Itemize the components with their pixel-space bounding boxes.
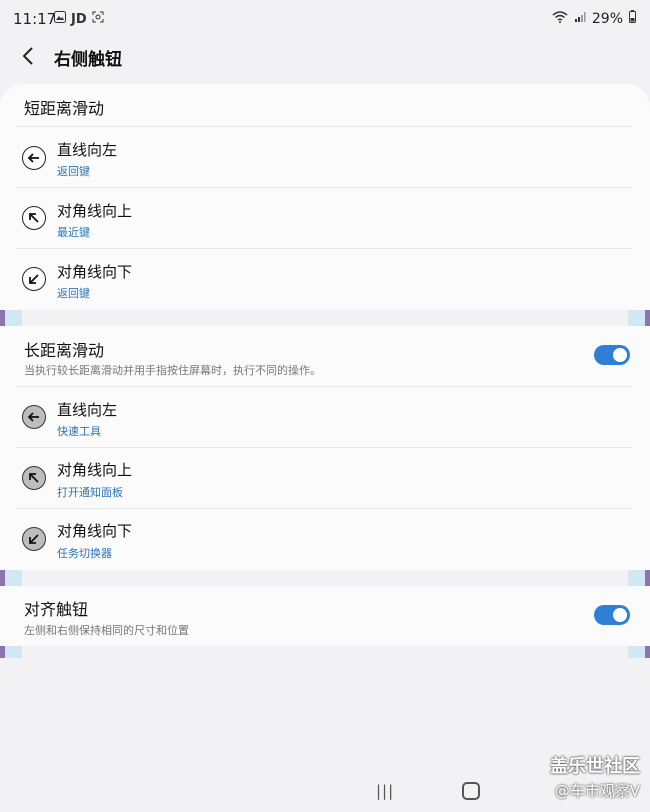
align-card[interactable]: 对齐触钮 左侧和右侧保持相同的尺寸和位置 [0,586,650,646]
align-description: 左侧和右侧保持相同的尺寸和位置 [24,624,189,637]
wifi-icon [552,10,568,27]
row-title: 对角线向下 [57,263,133,281]
signal-icon [574,11,586,27]
short-swipe-heading: 短距离滑动 [24,99,105,118]
page-title: 右侧触钮 [54,50,122,70]
home-button[interactable] [462,782,480,800]
arrow-down-left-icon [22,267,46,291]
long-swipe-heading: 长距离滑动 [24,341,105,360]
chevron-left-icon [22,47,34,69]
arrow-up-left-icon [22,206,46,230]
battery-percent: 29% [591,10,623,27]
align-toggle[interactable] [594,605,630,625]
row-value: 返回键 [57,287,90,300]
status-time: 11:17 [13,10,57,28]
row-value: 快速工具 [57,425,101,438]
row-title: 对角线向上 [57,202,133,220]
arrow-up-left-icon [22,466,46,490]
row-title: 直线向左 [57,401,118,419]
long-swipe-toggle[interactable] [594,345,630,365]
row-title: 直线向左 [57,141,118,159]
arrow-left-icon [22,405,46,429]
long-swipe-card: 长距离滑动 当执行较长距离滑动并用手指按住屏幕时，执行不同的操作。 直线向左 快… [0,326,650,570]
row-value: 最近键 [57,226,90,239]
status-app-label: JD [71,11,87,27]
row-title: 对角线向上 [57,461,133,479]
row-title: 对角线向下 [57,522,133,540]
row-value: 打开通知面板 [57,486,123,499]
short-swipe-card: 短距离滑动 直线向左 返回键 对角线向上 最近键 对角线向下 返回键 [0,84,650,310]
row-value: 任务切换器 [57,547,112,560]
status-bar: 11:17 JD 29% [0,0,650,38]
recents-button[interactable]: ||| [376,782,394,800]
watermark-line1: 盖乐世社区 [550,756,640,777]
long-swipe-description: 当执行较长距离滑动并用手指按住屏幕时，执行不同的操作。 [24,364,321,377]
row-value: 返回键 [57,165,90,178]
arrow-down-left-icon [22,527,46,551]
battery-icon [629,10,636,27]
watermark-line2: @车市观察V [554,782,640,800]
app-bar: 右侧触钮 [0,38,650,78]
arrow-left-icon [22,146,46,170]
gallery-icon [54,11,66,27]
align-heading: 对齐触钮 [24,600,89,619]
screenshot-icon [92,11,104,27]
back-button[interactable] [14,44,42,72]
